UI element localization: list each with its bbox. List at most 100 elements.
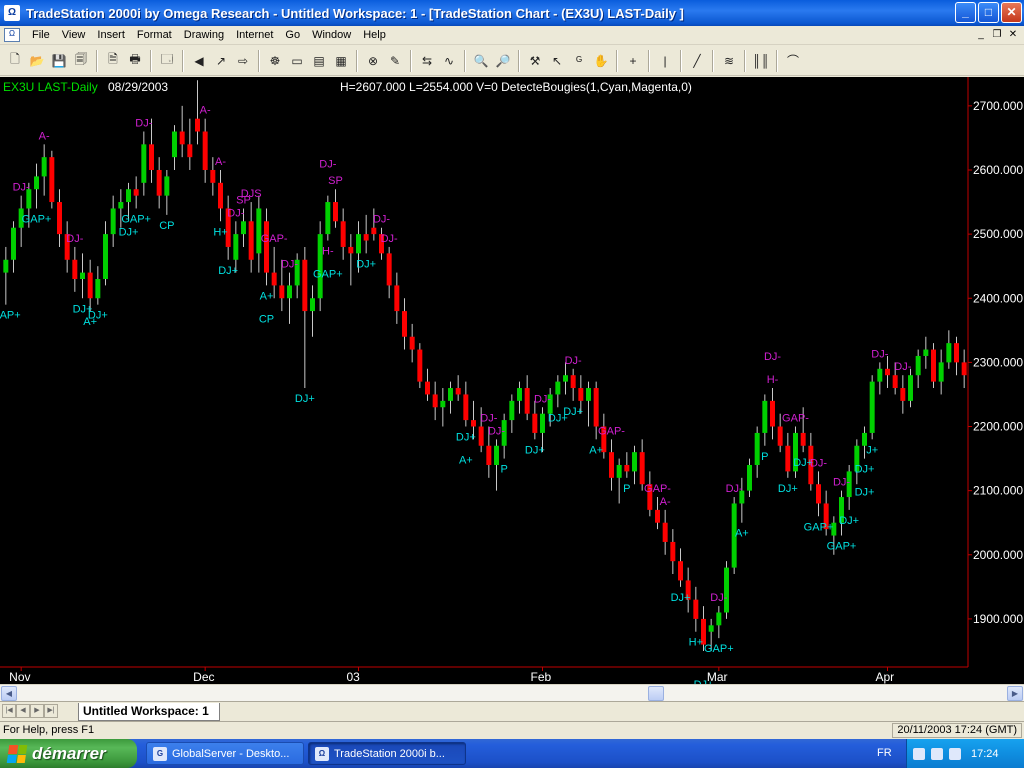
format-icon[interactable]: ⊗ bbox=[363, 51, 383, 71]
minimize-button[interactable]: _ bbox=[955, 2, 976, 23]
candle-down bbox=[417, 349, 423, 382]
fibonacci-icon[interactable]: ≋ bbox=[719, 51, 739, 71]
pattern-signal-label: A+ bbox=[260, 290, 274, 302]
pattern-signal-label: DJ- bbox=[227, 207, 244, 219]
mdi-restore-button[interactable]: ❐ bbox=[990, 28, 1004, 42]
pattern-signal-label: DJ+ bbox=[88, 310, 108, 322]
back-icon[interactable]: ◀ bbox=[189, 51, 209, 71]
zoom-out-icon[interactable]: 🔎 bbox=[493, 51, 513, 71]
properties-icon[interactable]: 🗔 bbox=[157, 51, 177, 71]
save-icon[interactable]: 💾 bbox=[49, 51, 69, 71]
menu-file[interactable]: File bbox=[26, 29, 56, 41]
candle-up bbox=[517, 388, 522, 401]
forward-icon[interactable]: ↗ bbox=[211, 51, 231, 71]
pattern-signal-label: DJ+ bbox=[855, 464, 875, 476]
trendline-icon[interactable]: ╱ bbox=[687, 51, 707, 71]
last-tab-icon[interactable]: ▶| bbox=[44, 704, 58, 718]
menu-insert[interactable]: Insert bbox=[91, 29, 131, 41]
horizontal-scrollbar[interactable]: ◀ ▶ bbox=[0, 684, 1024, 701]
price-tick-label: 2300.000 bbox=[973, 355, 1023, 369]
candle-down bbox=[133, 189, 139, 196]
window-icon[interactable]: ▤ bbox=[309, 51, 329, 71]
hand-icon[interactable]: ✋ bbox=[591, 51, 611, 71]
crosshair-icon[interactable]: + bbox=[623, 51, 643, 71]
candle-down bbox=[333, 202, 338, 222]
tray-app-icon[interactable] bbox=[949, 747, 961, 760]
status-datetime: 20/11/2003 17:24 (GMT) bbox=[892, 723, 1022, 738]
candle-down bbox=[179, 131, 185, 145]
bars-icon[interactable]: ║║ bbox=[751, 51, 771, 71]
pattern-signal-label: GAP- bbox=[261, 233, 288, 245]
candle-down bbox=[570, 375, 576, 389]
gann-icon[interactable]: ᴳ bbox=[569, 51, 589, 71]
candle-down bbox=[800, 432, 806, 446]
tools-icon[interactable]: ⚒ bbox=[525, 51, 545, 71]
draw-icon[interactable]: ✎ bbox=[385, 51, 405, 71]
pattern-signal-label: GAP+ bbox=[22, 213, 52, 225]
vertical-line-icon[interactable]: | bbox=[655, 51, 675, 71]
new-icon[interactable]: 🗋 bbox=[5, 51, 25, 71]
scroll-thumb[interactable] bbox=[648, 686, 664, 701]
chart-window[interactable]: 1900.000 2000.000 2100.000 2200.000 2300.000… bbox=[0, 77, 1024, 684]
candle-down bbox=[931, 349, 936, 382]
menu-go[interactable]: Go bbox=[279, 29, 306, 41]
next-tab-icon[interactable]: ▶ bbox=[30, 704, 44, 718]
menu-internet[interactable]: Internet bbox=[230, 29, 279, 41]
candle-down bbox=[678, 561, 683, 581]
grid-icon[interactable]: ▦ bbox=[331, 51, 351, 71]
pattern-signal-label: GAP+ bbox=[804, 521, 834, 533]
indicator-icon[interactable]: ☸ bbox=[265, 51, 285, 71]
menu-window[interactable]: Window bbox=[306, 29, 357, 41]
candle-down bbox=[777, 426, 783, 446]
language-indicator[interactable]: FR bbox=[877, 747, 892, 759]
candle-down bbox=[218, 182, 223, 209]
start-button[interactable]: démarrer bbox=[0, 739, 137, 768]
chart-analysis-icon[interactable]: ∿ bbox=[439, 51, 459, 71]
strategy-icon[interactable]: ▭ bbox=[287, 51, 307, 71]
first-tab-icon[interactable]: |◀ bbox=[2, 704, 16, 718]
workspace-tab[interactable]: Untitled Workspace: 1 bbox=[78, 703, 220, 721]
tradestation-app-icon[interactable]: Ω bbox=[4, 5, 20, 21]
scroll-right-arrow-icon[interactable]: ▶ bbox=[1007, 686, 1023, 701]
cursor-icon[interactable]: ↖ bbox=[547, 51, 567, 71]
close-button[interactable]: ✕ bbox=[1001, 2, 1022, 23]
candle-up bbox=[325, 202, 331, 235]
insert-icon[interactable]: ⇨ bbox=[233, 51, 253, 71]
mdi-close-button[interactable]: ✕ bbox=[1006, 28, 1020, 42]
pointer-icon[interactable]: ⇆ bbox=[417, 51, 437, 71]
tray-volume-icon[interactable] bbox=[931, 747, 943, 760]
menu-drawing[interactable]: Drawing bbox=[178, 29, 230, 41]
pattern-signal-label: P bbox=[500, 464, 507, 476]
pattern-signal-label: A+ bbox=[589, 444, 603, 456]
open-icon[interactable]: 📂 bbox=[27, 51, 47, 71]
zoom-in-icon[interactable]: 🔍 bbox=[471, 51, 491, 71]
save-all-icon[interactable]: 🗐 bbox=[71, 51, 91, 71]
tray-clock[interactable]: 17:24 bbox=[971, 748, 999, 760]
toolbar: 🗋 📂 💾 🗐 🗎 🖶 🗔 ◀ ↗ ⇨ ☸ ▭ ▤ ▦ ⊗ ✎ ⇆ ∿ 🔍 🔎 ⚒ ↖ ᴳ ✋ + | ╱ ≋ ║║ ⌒ bbox=[0, 46, 1024, 76]
chart-document-icon[interactable]: Ω bbox=[4, 28, 20, 42]
candle-down bbox=[693, 599, 699, 619]
mdi-minimize-button[interactable]: _ bbox=[974, 28, 988, 42]
menu-help[interactable]: Help bbox=[357, 29, 392, 41]
price-chart[interactable]: 1900.000 2000.000 2100.000 2200.000 2300.000… bbox=[0, 77, 1024, 684]
print-preview-icon[interactable]: 🗎 bbox=[103, 51, 123, 71]
menu-format[interactable]: Format bbox=[131, 29, 178, 41]
price-tick-label: 2600.000 bbox=[973, 163, 1023, 177]
scroll-left-arrow-icon[interactable]: ◀ bbox=[1, 686, 17, 701]
menu-view[interactable]: View bbox=[56, 29, 92, 41]
pattern-signal-label: P bbox=[623, 483, 630, 495]
candle-down bbox=[425, 381, 430, 395]
prev-tab-icon[interactable]: ◀ bbox=[16, 704, 30, 718]
candle-up bbox=[95, 279, 101, 299]
taskbar-tradestation[interactable]: Ω TradeStation 2000i b... bbox=[308, 742, 466, 765]
print-icon[interactable]: 🖶 bbox=[125, 51, 145, 71]
tray-network-icon[interactable] bbox=[913, 747, 925, 760]
candle-down bbox=[432, 394, 438, 408]
maximize-button[interactable]: □ bbox=[978, 2, 999, 23]
toolbar-separator bbox=[464, 49, 466, 72]
taskbar-globalserver[interactable]: G GlobalServer - Deskto... bbox=[146, 742, 304, 765]
pattern-signal-label: H+ bbox=[213, 226, 227, 238]
arc-icon[interactable]: ⌒ bbox=[783, 51, 803, 71]
pattern-signal-label: DJ- bbox=[726, 483, 743, 495]
pattern-signal-label: DJ+ bbox=[525, 444, 545, 456]
